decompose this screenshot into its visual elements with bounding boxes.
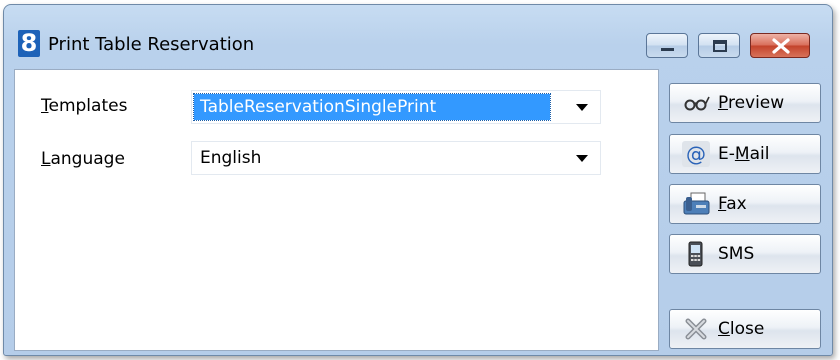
app-logo-icon: 8 <box>18 30 40 57</box>
maximize-icon <box>713 40 727 52</box>
sms-label: SMS <box>718 244 755 264</box>
close-x-icon <box>685 318 707 340</box>
print-dialog-window: 8 Print Table Reservation Templates Tabl… <box>3 4 833 356</box>
glasses-icon <box>684 96 710 111</box>
svg-text:@: @ <box>686 142 706 166</box>
minimize-icon <box>661 48 674 51</box>
action-buttons-panel: Preview @ E-Mail Fax SMS Close <box>664 69 828 351</box>
close-icon <box>772 38 790 54</box>
close-button[interactable]: Close <box>669 309 821 349</box>
mobile-phone-icon <box>688 241 703 267</box>
title-bar[interactable]: 8 Print Table Reservation <box>4 5 832 65</box>
templates-selected-value: TableReservationSinglePrint <box>193 93 551 121</box>
close-label: Close <box>718 319 765 339</box>
chevron-down-icon[interactable] <box>576 104 588 111</box>
preview-button[interactable]: Preview <box>669 83 821 123</box>
close-window-button[interactable] <box>750 33 810 58</box>
language-dropdown[interactable]: English <box>191 141 601 175</box>
templates-label: Templates <box>41 96 128 116</box>
fax-label: Fax <box>718 194 747 214</box>
language-label: Language <box>41 149 125 169</box>
maximize-button[interactable] <box>698 33 740 58</box>
sms-button[interactable]: SMS <box>669 234 821 274</box>
at-sign-icon: @ <box>682 141 710 167</box>
fax-button[interactable]: Fax <box>669 184 821 224</box>
language-selected-value: English <box>200 148 262 168</box>
chevron-down-icon[interactable] <box>576 155 588 162</box>
minimize-button[interactable] <box>646 33 688 58</box>
window-title: Print Table Reservation <box>48 34 255 55</box>
fax-icon <box>683 192 710 215</box>
preview-label: Preview <box>718 93 785 113</box>
form-panel: Templates TableReservationSinglePrint La… <box>14 69 659 351</box>
templates-dropdown[interactable]: TableReservationSinglePrint <box>191 90 601 124</box>
email-button[interactable]: @ E-Mail <box>669 134 821 174</box>
email-label: E-Mail <box>718 144 770 164</box>
